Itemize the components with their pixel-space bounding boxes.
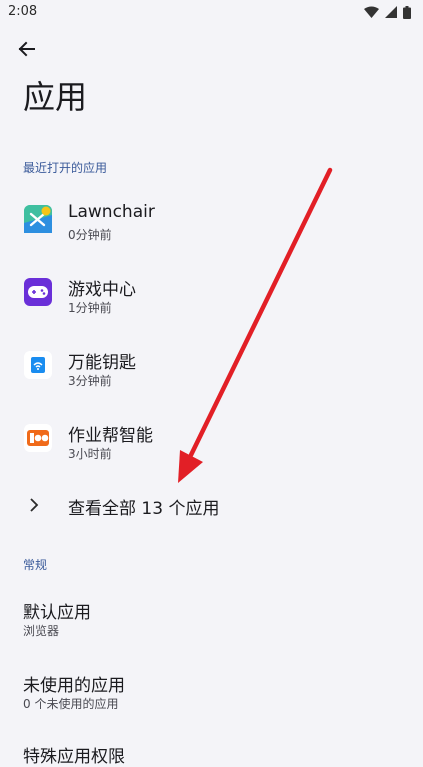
recent-app-row[interactable]: 万能钥匙 3分钟前 xyxy=(0,338,423,398)
lawnchair-icon xyxy=(24,205,52,233)
setting-title: 默认应用 xyxy=(23,603,91,623)
status-bar: 2:08 xyxy=(0,0,423,24)
zuoyebang-icon xyxy=(24,424,52,452)
unused-apps-item[interactable]: 未使用的应用 0 个未使用的应用 xyxy=(0,661,423,721)
app-last-used: 1分钟前 xyxy=(68,301,112,315)
see-all-apps-label: 查看全部 13 个应用 xyxy=(68,499,220,519)
see-all-apps-button[interactable]: 查看全部 13 个应用 xyxy=(0,484,423,528)
status-time: 2:08 xyxy=(8,4,38,19)
setting-title: 特殊应用权限 xyxy=(23,747,125,767)
app-last-used: 3小时前 xyxy=(68,447,112,461)
wifi-key-icon xyxy=(24,351,52,379)
app-last-used: 3分钟前 xyxy=(68,374,112,388)
signal-icon xyxy=(385,6,397,18)
status-icons xyxy=(364,4,411,20)
setting-summary: 0 个未使用的应用 xyxy=(23,697,119,711)
app-last-used: 0分钟前 xyxy=(68,228,112,242)
recent-app-row[interactable]: 游戏中心 1分钟前 xyxy=(0,265,423,325)
recent-apps-header: 最近打开的应用 xyxy=(23,161,108,175)
arrow-left-icon xyxy=(18,41,35,57)
recent-app-row[interactable]: Lawnchair 0分钟前 xyxy=(0,192,423,252)
gamepad-icon xyxy=(24,278,52,306)
recent-app-row[interactable]: 作业帮智能 3小时前 xyxy=(0,411,423,471)
default-apps-item[interactable]: 默认应用 浏览器 xyxy=(0,588,423,648)
app-name: 作业帮智能 xyxy=(68,426,153,446)
app-name: Lawnchair xyxy=(68,202,155,222)
setting-summary: 浏览器 xyxy=(23,624,60,638)
general-header: 常规 xyxy=(23,558,48,572)
special-app-access-item[interactable]: 特殊应用权限 xyxy=(0,734,423,767)
chevron-right-icon xyxy=(30,498,39,512)
back-button[interactable] xyxy=(14,36,40,62)
setting-title: 未使用的应用 xyxy=(23,676,125,696)
wifi-icon xyxy=(364,6,379,18)
page-title: 应用 xyxy=(23,78,88,116)
battery-icon xyxy=(403,5,411,19)
app-name: 万能钥匙 xyxy=(68,353,136,373)
app-name: 游戏中心 xyxy=(68,280,136,300)
